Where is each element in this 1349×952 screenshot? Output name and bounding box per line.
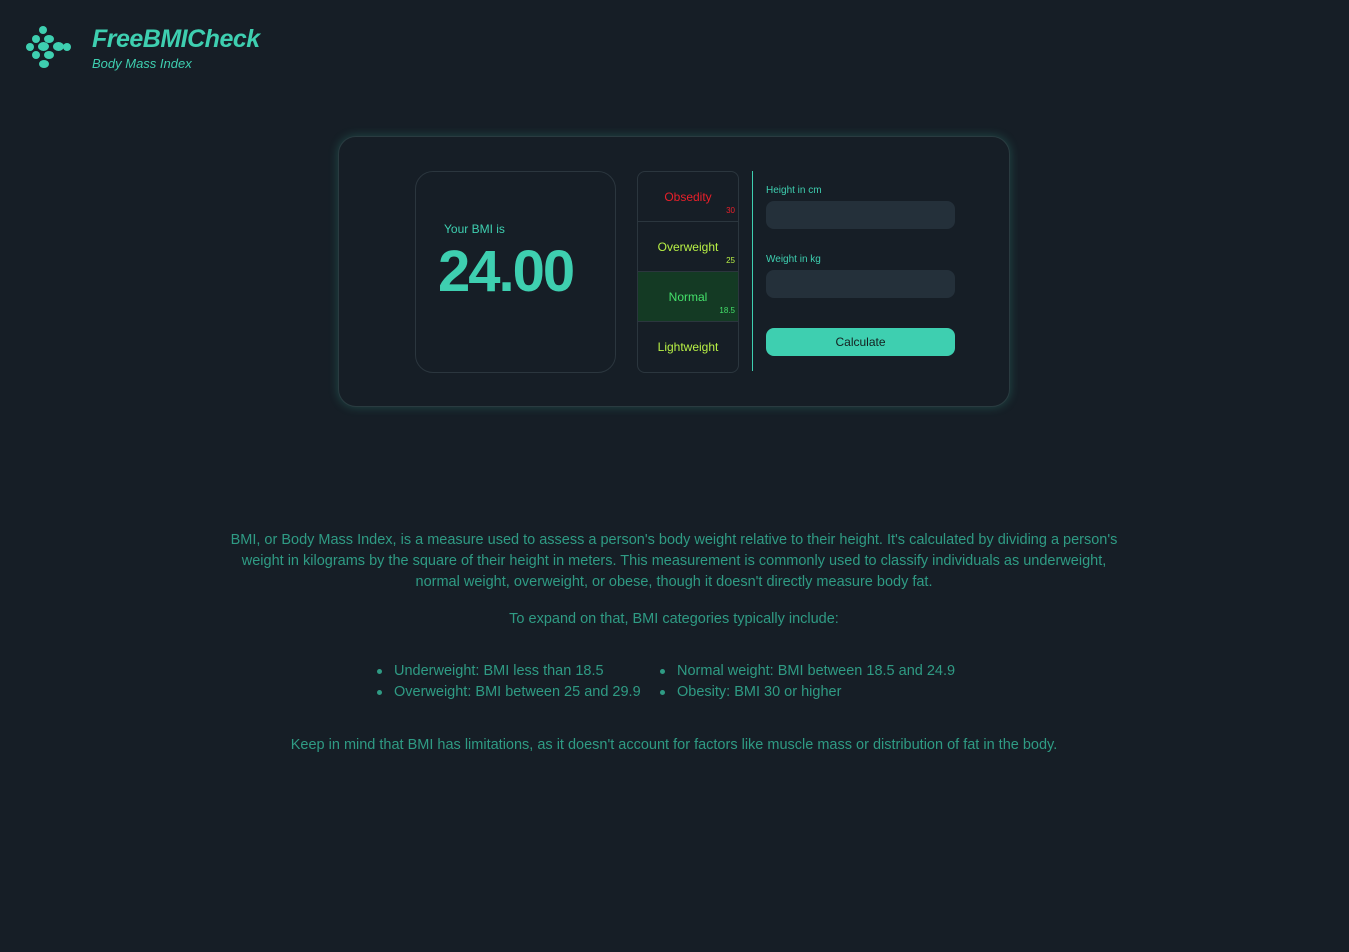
brand[interactable]: FreeBMICheck Body Mass Index (92, 22, 260, 72)
scale-row-overweight: Overweight 25 (638, 222, 738, 272)
scale-row-threshold: 18.5 (719, 306, 735, 315)
list-item: Overweight: BMI between 25 and 29.9 (374, 682, 657, 703)
bmi-result-box: Your BMI is 24.00 (415, 171, 616, 373)
bmi-info-section: BMI, or Body Mass Index, is a measure us… (230, 530, 1118, 756)
scale-row-threshold: 25 (726, 256, 735, 265)
bmi-scale: Obsedity 30 Overweight 25 Normal 18.5 Li… (637, 171, 739, 373)
info-intro: BMI, or Body Mass Index, is a measure us… (230, 532, 1118, 590)
scale-row-obesity: Obsedity 30 (638, 172, 738, 222)
dots-logo-icon[interactable] (26, 24, 74, 72)
scale-row-lightweight: Lightweight (638, 322, 738, 372)
bmi-form: Height in cm Weight in kg Calculate (766, 185, 955, 356)
scale-row-label: Normal (668, 289, 708, 304)
bmi-result-value: 24.00 (438, 239, 575, 304)
calculate-button[interactable]: Calculate (766, 328, 955, 356)
site-header: FreeBMICheck Body Mass Index (26, 22, 260, 72)
info-note: Keep in mind that BMI has limitations, a… (290, 737, 1058, 753)
scale-row-label: Overweight (657, 239, 719, 254)
height-input[interactable] (766, 201, 955, 229)
brand-subtitle: Body Mass Index (92, 56, 192, 71)
height-label: Height in cm (766, 185, 822, 196)
weight-input[interactable] (766, 270, 955, 298)
list-item: Underweight: BMI less than 18.5 (374, 661, 657, 682)
vertical-divider (752, 171, 753, 371)
brand-name: FreeBMICheck (92, 25, 260, 53)
scale-row-label: Obsedity (664, 189, 712, 204)
list-item: Obesity: BMI 30 or higher (657, 682, 957, 703)
scale-row-label: Lightweight (657, 340, 719, 354)
bmi-categories-list: Underweight: BMI less than 18.5 Normal w… (374, 661, 974, 703)
scale-row-threshold: 30 (726, 206, 735, 215)
weight-label: Weight in kg (766, 254, 821, 265)
bmi-result-label: Your BMI is (444, 222, 505, 236)
bmi-calculator-card: Your BMI is 24.00 Obsedity 30 Overweight… (338, 136, 1010, 407)
list-item: Normal weight: BMI between 18.5 and 24.9 (657, 661, 957, 682)
scale-row-normal: Normal 18.5 (638, 272, 738, 322)
info-expand: To expand on that, BMI categories typica… (509, 611, 839, 627)
